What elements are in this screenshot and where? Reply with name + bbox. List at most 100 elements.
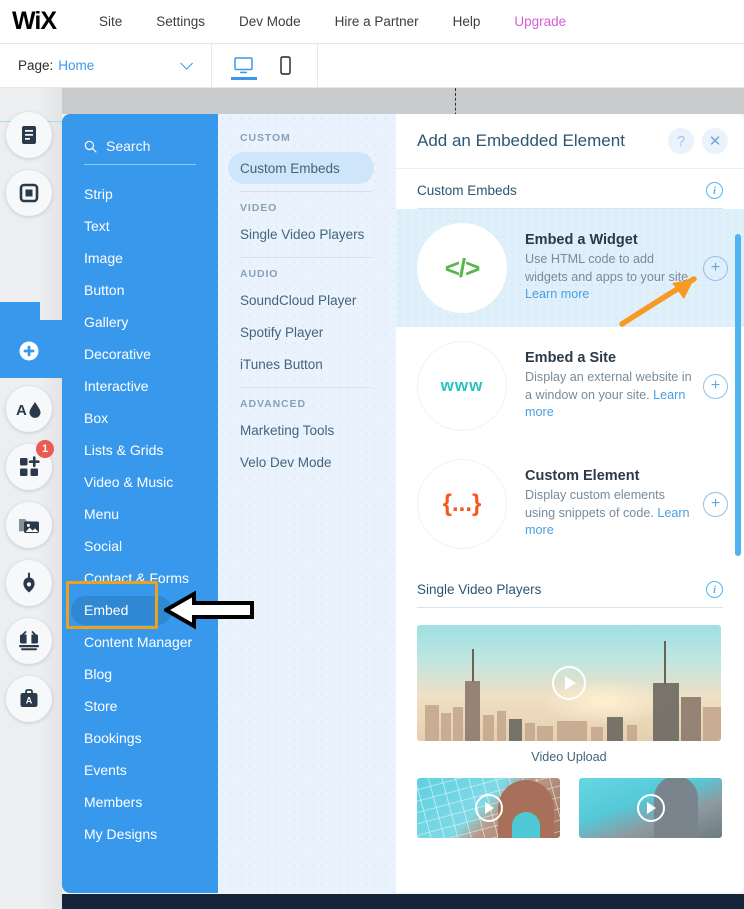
category-label: Text <box>84 218 110 234</box>
embed-item-desc-text: Display custom elements using snippets o… <box>525 487 665 520</box>
play-icon[interactable] <box>474 794 503 822</box>
page-selector[interactable]: Page: Home <box>0 44 212 87</box>
subcategory-itunes-button[interactable]: iTunes Button <box>240 348 396 380</box>
category-label: Contact & Forms <box>84 570 190 586</box>
category-label: Social <box>84 538 123 554</box>
rail-button-business-tools[interactable]: A <box>6 676 52 722</box>
rail-button-pages[interactable] <box>6 112 52 158</box>
top-menu-item-help[interactable]: Help <box>436 14 498 29</box>
category-label: Menu <box>84 506 120 522</box>
play-icon[interactable] <box>636 794 665 822</box>
desktop-active-indicator <box>230 76 257 80</box>
rail-button-blog[interactable] <box>6 560 52 606</box>
category-members[interactable]: Members <box>62 786 218 818</box>
embed-item-title: Custom Element <box>525 467 640 484</box>
sub-bar: Page: Home <box>0 44 744 88</box>
video-thumbnail-tower[interactable] <box>579 778 722 838</box>
close-icon[interactable]: ✕ <box>702 128 728 154</box>
top-menu-item-site[interactable]: Site <box>82 14 139 29</box>
embed-item-embed-a-site[interactable]: www Embed a Site Display an external web… <box>396 327 744 445</box>
wix-editor-screen: WiX Site Settings Dev Mode Hire a Partne… <box>0 0 744 909</box>
add-embedded-element-panel: Add an Embedded Element ? ✕ Custom Embed… <box>396 114 744 893</box>
category-bookings[interactable]: Bookings <box>62 722 218 754</box>
category-label: Interactive <box>84 378 149 394</box>
curly-braces-icon: {...} <box>417 459 507 549</box>
info-icon[interactable]: i <box>706 581 723 598</box>
play-icon[interactable] <box>552 666 586 700</box>
embed-item-text: Embed a Widget Use HTML code to add widg… <box>525 232 703 305</box>
design-theme-icon: A <box>16 402 41 419</box>
learn-more-link[interactable]: Learn more <box>525 287 589 301</box>
subcategory-custom-embeds[interactable]: Custom Embeds <box>228 152 374 184</box>
category-interactive[interactable]: Interactive <box>62 370 218 402</box>
category-events[interactable]: Events <box>62 754 218 786</box>
category-decorative[interactable]: Decorative <box>62 338 218 370</box>
www-icon: www <box>417 341 507 431</box>
category-gallery[interactable]: Gallery <box>62 306 218 338</box>
category-label: Video & Music <box>84 474 174 490</box>
video-upload-caption: Video Upload <box>531 750 607 764</box>
subcategory-spotify-player[interactable]: Spotify Player <box>240 316 396 348</box>
svg-text:A: A <box>26 696 33 706</box>
category-text[interactable]: Text <box>62 210 218 242</box>
category-my-designs[interactable]: My Designs <box>62 818 218 850</box>
search-placeholder: Search <box>106 138 151 154</box>
rail-button-sections[interactable] <box>6 170 52 216</box>
video-thumbnail-bridge[interactable] <box>417 778 560 838</box>
plus-icon[interactable]: + <box>703 255 728 281</box>
category-blog[interactable]: Blog <box>62 658 218 690</box>
subcategory-velo-dev-mode[interactable]: Velo Dev Mode <box>240 446 396 478</box>
search-divider <box>84 164 196 165</box>
subcategory-group-video: VIDEO <box>240 202 278 214</box>
top-menu-item-upgrade[interactable]: Upgrade <box>497 14 583 29</box>
embed-item-desc-text: Use HTML code to add widgets and apps to… <box>525 251 692 284</box>
category-button[interactable]: Button <box>62 274 218 306</box>
info-icon[interactable]: i <box>706 182 723 199</box>
video-thumbnail-row <box>417 778 744 838</box>
wix-logo[interactable]: WiX <box>12 7 57 36</box>
subcategory-group-custom: CUSTOM <box>240 132 291 144</box>
category-label: Events <box>84 762 127 778</box>
subcategory-soundcloud-player[interactable]: SoundCloud Player <box>240 284 396 316</box>
section-custom-embeds-header: Custom Embeds i <box>417 182 723 209</box>
question-mark-icon[interactable]: ? <box>668 128 694 154</box>
subcategory-marketing-tools[interactable]: Marketing Tools <box>240 414 396 446</box>
category-label: Image <box>84 250 123 266</box>
media-images-icon <box>19 519 39 533</box>
subcategory-group-audio: AUDIO <box>240 268 279 280</box>
category-video-and-music[interactable]: Video & Music <box>62 466 218 498</box>
business-tools-icon: A <box>20 689 38 707</box>
apps-add-icon <box>20 456 40 476</box>
embed-item-description: Display custom elements using snippets o… <box>525 487 697 541</box>
mobile-icon[interactable] <box>273 53 299 79</box>
category-store[interactable]: Store <box>62 690 218 722</box>
embed-item-embed-a-widget[interactable]: </> Embed a Widget Use HTML code to add … <box>396 209 744 327</box>
section-title: Single Video Players <box>417 582 542 597</box>
rail-button-design[interactable]: A <box>6 386 52 432</box>
search-input[interactable]: Search <box>84 138 218 154</box>
plus-icon[interactable]: + <box>703 373 728 399</box>
top-menu-item-settings[interactable]: Settings <box>139 14 222 29</box>
blog-pen-icon <box>23 572 35 593</box>
rail-button-media[interactable] <box>6 502 52 548</box>
vertical-scrollbar[interactable] <box>735 234 741 556</box>
subcategory-single-video-players[interactable]: Single Video Players <box>240 218 396 250</box>
category-image[interactable]: Image <box>62 242 218 274</box>
embed-item-custom-element[interactable]: {...} Custom Element Display custom elem… <box>396 445 744 563</box>
video-thumbnail <box>417 625 721 741</box>
plus-icon[interactable]: + <box>703 491 728 517</box>
top-menu-item-hire-a-partner[interactable]: Hire a Partner <box>318 14 436 29</box>
category-menu[interactable]: Menu <box>62 498 218 530</box>
rail-button-apps[interactable]: 1 <box>6 440 54 490</box>
category-social[interactable]: Social <box>62 530 218 562</box>
category-strip[interactable]: Strip <box>62 178 218 210</box>
rail-button-add-elements[interactable] <box>6 328 52 374</box>
category-box[interactable]: Box <box>62 402 218 434</box>
video-upload-card[interactable]: Video Upload <box>417 625 744 764</box>
bookings-icon <box>19 631 39 651</box>
category-label: Button <box>84 282 125 298</box>
top-menu-item-dev-mode[interactable]: Dev Mode <box>222 14 318 29</box>
desktop-icon[interactable] <box>230 53 257 80</box>
rail-button-bookings[interactable] <box>6 618 52 664</box>
category-lists-and-grids[interactable]: Lists & Grids <box>62 434 218 466</box>
